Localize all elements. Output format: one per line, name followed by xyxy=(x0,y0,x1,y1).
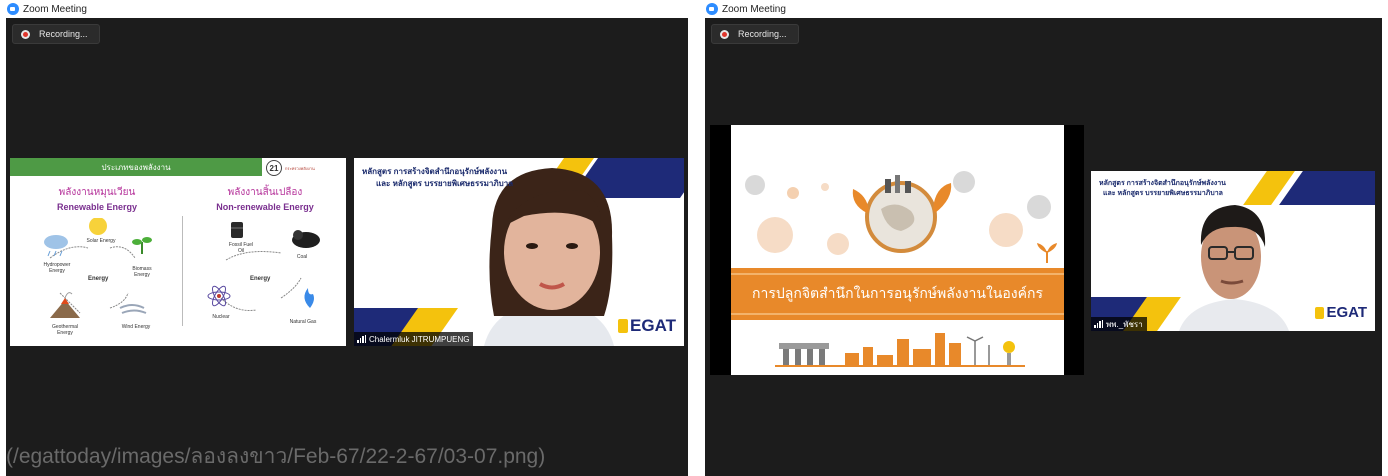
participant-video-tile[interactable]: หลักสูตร การสร้างจิตสำนึกอนุรักษ์พลังงาน… xyxy=(1091,171,1375,331)
image-path-caption: (/egattoday/images/ลองลงขาว/Feb-67/22-2-… xyxy=(6,445,546,468)
coal-label: Coal xyxy=(296,254,308,260)
fossil-label: Fossil Fuel Oil xyxy=(228,242,254,254)
renewable-center-label: Energy xyxy=(88,276,109,282)
volcano-icon xyxy=(50,292,80,318)
record-icon xyxy=(21,29,30,39)
recording-indicator[interactable]: Recording... xyxy=(711,24,799,44)
wind-icon xyxy=(119,304,147,314)
decor-circle xyxy=(821,183,829,191)
geothermal-label: Geothermal Energy xyxy=(51,324,79,336)
solar-label: Solar Energy xyxy=(86,238,116,244)
nonrenewable-english: Non-renewable Energy xyxy=(216,202,314,212)
decor-circle xyxy=(787,187,799,199)
hydro-label: Hydropower Energy xyxy=(43,262,71,274)
window-title: Zoom Meeting xyxy=(23,3,87,15)
course-line-2: และ หลักสูตร บรรยายพิเศษธรรมาภิบาล xyxy=(1103,190,1223,197)
egat-mark-icon xyxy=(618,319,629,333)
title-bar[interactable]: Zoom Meeting xyxy=(6,0,688,18)
record-icon xyxy=(720,29,729,39)
sun-icon xyxy=(89,218,107,235)
course-title: หลักสูตร การสร้างจิตสำนึกอนุรักษ์พลังงาน… xyxy=(362,166,513,190)
course-title: หลักสูตร การสร้างจิตสำนึกอนุรักษ์พลังงาน… xyxy=(1099,179,1226,199)
logo-text: กระทรวงพลังงาน xyxy=(285,165,315,171)
recording-label: Recording... xyxy=(39,29,88,39)
window-title: Zoom Meeting xyxy=(722,3,786,15)
zoom-window-right: Zoom Meeting Recording... การปลูกจิตสำนึ… xyxy=(705,0,1382,476)
participant-person xyxy=(1179,205,1289,331)
zoom-window-left: Zoom Meeting Recording... ประเภทของพลังง… xyxy=(6,0,688,476)
course-line-2: และ หลักสูตร บรรยายพิเศษธรรมาภิบาล xyxy=(376,179,514,188)
biomass-label: Biomass Energy xyxy=(132,266,152,278)
wind-label: Wind Energy xyxy=(121,324,151,330)
oil-barrel-icon xyxy=(231,222,243,238)
participant-name: พพ._พัชรา xyxy=(1106,319,1143,329)
egat-logo: EGAT xyxy=(618,316,676,336)
shared-screen-slide: ประเภทของพลังงาน 21 กระทรวงพลังงาน พลังง… xyxy=(10,158,346,346)
egat-logo: EGAT xyxy=(1315,304,1367,321)
participant-name-tag: Chalermluk JITRUMPUENG xyxy=(354,332,474,346)
signal-strength-icon xyxy=(357,335,366,343)
zoom-app-icon xyxy=(7,3,19,15)
cityscape-illustration xyxy=(775,333,1025,367)
course-line-1: หลักสูตร การสร้างจิตสำนึกอนุรักษ์พลังงาน xyxy=(362,167,508,176)
shared-screen-frame: การปลูกจิตสำนึกในการอนุรักษ์พลังงานในองค… xyxy=(710,125,1084,375)
column-divider xyxy=(182,216,183,326)
decor-circle xyxy=(757,217,793,253)
globe-energy-icon xyxy=(852,175,952,253)
course-line-1: หลักสูตร การสร้างจิตสำนึกอนุรักษ์พลังงาน xyxy=(1099,180,1226,187)
coal-icon xyxy=(292,230,320,248)
participant-person xyxy=(484,168,614,346)
rain-cloud-icon xyxy=(44,235,68,257)
logo-emblem-icon: 21 xyxy=(266,160,282,176)
participant-name-tag: พพ._พัชรา xyxy=(1091,317,1147,331)
ministry-logo: 21 กระทรวงพลังงาน xyxy=(266,160,342,176)
nonrenewable-center-label: Energy xyxy=(250,276,271,282)
renewable-thai: พลังงานหมุนเวียน xyxy=(58,187,136,198)
signal-strength-icon xyxy=(1094,320,1103,328)
egat-mark-icon xyxy=(1315,306,1325,319)
nuclear-label: Nuclear xyxy=(212,314,230,320)
recording-label: Recording... xyxy=(738,29,787,39)
slide-header: ประเภทของพลังงาน xyxy=(10,158,262,176)
gas-label: Natural Gas xyxy=(289,319,317,325)
gas-flame-icon xyxy=(304,288,314,308)
participant-video-tile[interactable]: หลักสูตร การสร้างจิตสำนึกอนุรักษ์พลังงาน… xyxy=(354,158,684,346)
decor-circle xyxy=(989,213,1023,247)
participant-name: Chalermluk JITRUMPUENG xyxy=(369,334,470,344)
renewable-column: พลังงานหมุนเวียน Renewable Energy xyxy=(22,185,172,212)
slide-title: การปลูกจิตสำนึกในการอนุรักษ์พลังงานในองค… xyxy=(752,285,1043,301)
title-bar[interactable]: Zoom Meeting xyxy=(705,0,1382,18)
plant-icon xyxy=(132,237,152,254)
nonrenewable-thai: พลังงานสิ้นเปลือง xyxy=(227,187,303,198)
recording-indicator[interactable]: Recording... xyxy=(12,24,100,44)
nonrenewable-column: พลังงานสิ้นเปลือง Non-renewable Energy xyxy=(190,185,340,212)
decor-circle xyxy=(745,175,765,195)
renewable-english: Renewable Energy xyxy=(56,202,138,212)
egat-logo-text: EGAT xyxy=(1326,304,1367,321)
nonrenewable-diagram xyxy=(207,222,320,311)
decor-circle xyxy=(1027,195,1051,219)
leaf-icon xyxy=(1037,243,1057,263)
zoom-app-icon xyxy=(706,3,718,15)
atom-icon xyxy=(207,285,231,307)
egat-logo-text: EGAT xyxy=(630,316,676,335)
shared-screen-slide: การปลูกจิตสำนึกในการอนุรักษ์พลังงานในองค… xyxy=(731,125,1064,375)
